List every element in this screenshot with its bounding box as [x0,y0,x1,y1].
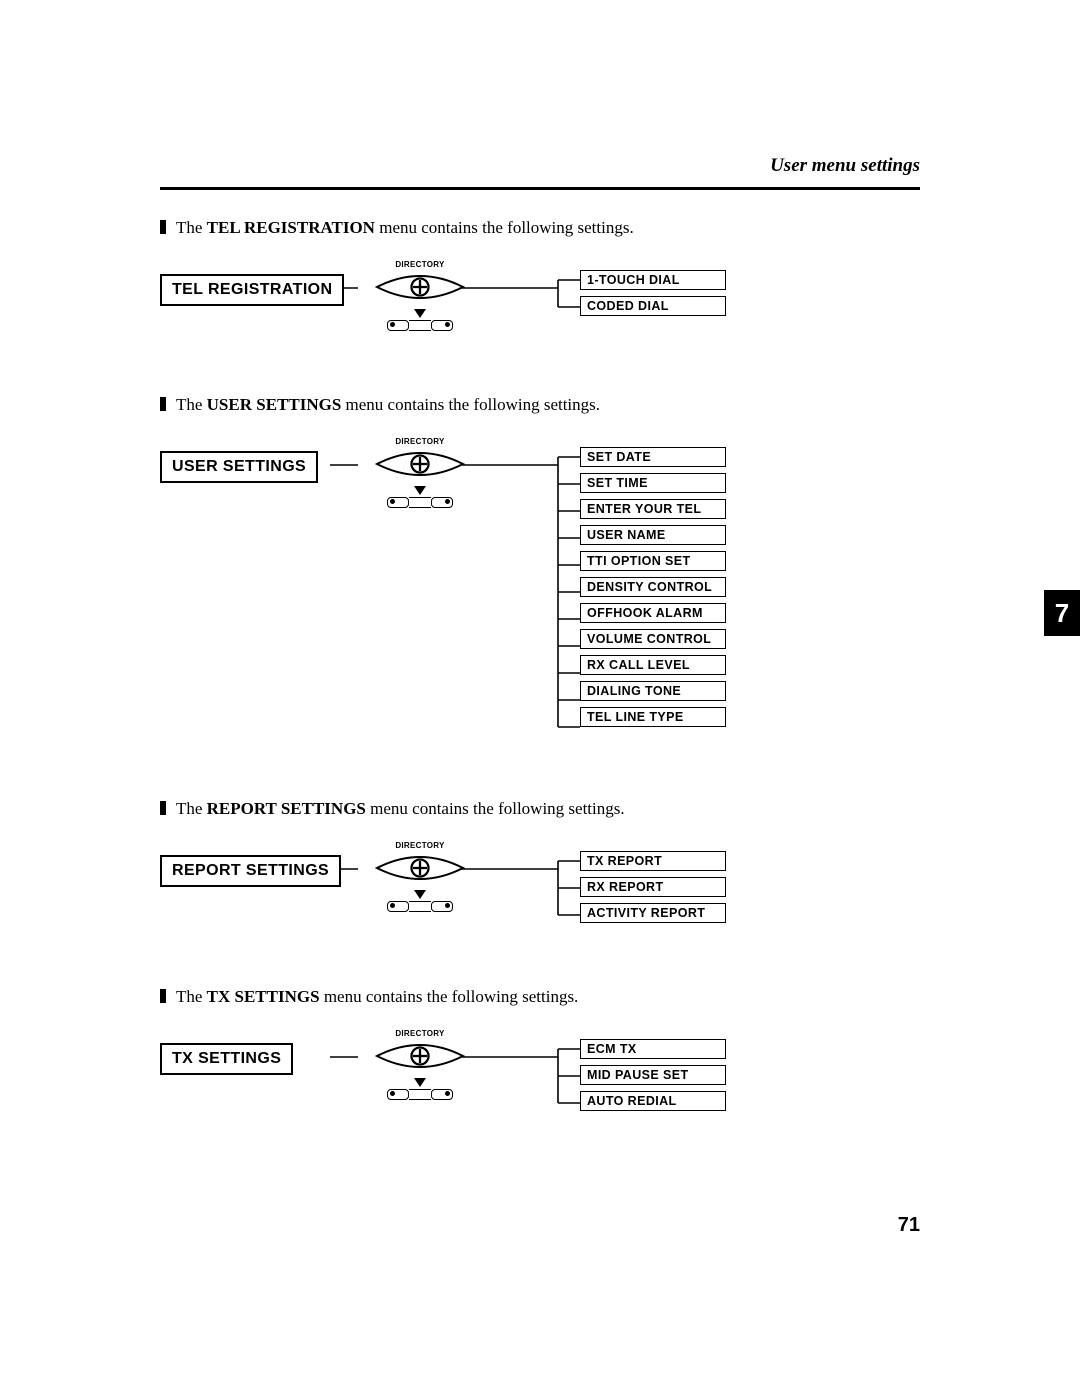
intro-text-before: The [176,987,207,1006]
intro-text-before: The [176,218,207,237]
directory-lens-icon [375,1038,465,1074]
section-intro: The TEL REGISTRATION menu contains the f… [160,218,920,238]
menu-option: MID PAUSE SET [580,1065,726,1085]
menu-option: TTI OPTION SET [580,551,726,571]
nav-mid-icon [409,901,431,912]
menu-option: ENTER YOUR TEL [580,499,726,519]
intro-text-before: The [176,395,207,414]
menu-option: TEL LINE TYPE [580,707,726,727]
nav-label: DIRECTORY [355,437,485,446]
nav-mid-icon [409,1089,431,1100]
menu-option: 1-TOUCH DIAL [580,270,726,290]
nav-label: DIRECTORY [355,841,485,850]
directory-lens-icon [375,269,465,305]
intro-text-before: The [176,799,207,818]
menu-option: ACTIVITY REPORT [580,903,726,923]
nav-right-icon [431,901,453,912]
intro-text-after: menu contains the following settings. [366,799,625,818]
nav-button-row [355,320,485,331]
down-arrow-icon [414,309,426,318]
intro-text-after: menu contains the following settings. [375,218,634,237]
menu-option: SET DATE [580,447,726,467]
nav-control: DIRECTORY [355,1029,485,1100]
directory-lens-icon [375,446,465,482]
nav-button-row [355,497,485,508]
menu-option: SET TIME [580,473,726,493]
menu-title-box: TEL REGISTRATION [160,274,344,306]
chapter-tab: 7 [1044,590,1080,636]
nav-control: DIRECTORY [355,437,485,508]
intro-text-bold: USER SETTINGS [207,395,342,414]
nav-mid-icon [409,320,431,331]
bullet-icon [160,801,166,815]
intro-text-after: menu contains the following settings. [320,987,579,1006]
nav-label: DIRECTORY [355,1029,485,1038]
nav-control: DIRECTORY [355,841,485,912]
menu-option: RX REPORT [580,877,726,897]
down-arrow-icon [414,890,426,899]
menu-option: USER NAME [580,525,726,545]
nav-right-icon [431,320,453,331]
page-title: User menu settings [160,155,920,177]
section-intro: The TX SETTINGS menu contains the follow… [160,987,920,1007]
menu-option: DIALING TONE [580,681,726,701]
menu-options-list: 1-TOUCH DIAL CODED DIAL [580,270,726,322]
intro-text-bold: REPORT SETTINGS [207,799,366,818]
down-arrow-icon [414,486,426,495]
nav-mid-icon [409,497,431,508]
page: 7 User menu settings The TEL REGISTRATIO… [0,0,1080,1397]
menu-diagram: TX SETTINGS DIRECTORY ECM TX MID PAUSE SE… [160,1029,920,1125]
menu-options-list: ECM TX MID PAUSE SET AUTO REDIAL [580,1039,726,1117]
menu-title-box: USER SETTINGS [160,451,318,483]
menu-title-box: TX SETTINGS [160,1043,293,1075]
bullet-icon [160,989,166,1003]
intro-text-bold: TEL REGISTRATION [207,218,375,237]
menu-option: RX CALL LEVEL [580,655,726,675]
nav-left-icon [387,497,409,508]
nav-left-icon [387,901,409,912]
page-number: 71 [898,1214,920,1237]
menu-options-list: TX REPORT RX REPORT ACTIVITY REPORT [580,851,726,929]
nav-left-icon [387,320,409,331]
section-intro: The REPORT SETTINGS menu contains the fo… [160,799,920,819]
menu-option: DENSITY CONTROL [580,577,726,597]
section-intro: The USER SETTINGS menu contains the foll… [160,395,920,415]
menu-options-list: SET DATE SET TIME ENTER YOUR TEL USER NAME T… [580,447,726,733]
directory-lens-icon [375,850,465,886]
nav-right-icon [431,1089,453,1100]
intro-text-bold: TX SETTINGS [207,987,320,1006]
menu-option: CODED DIAL [580,296,726,316]
nav-button-row [355,1089,485,1100]
down-arrow-icon [414,1078,426,1087]
menu-diagram: TEL REGISTRATION DIRECTORY 1-TOUCH DIAL C… [160,260,920,345]
nav-left-icon [387,1089,409,1100]
nav-button-row [355,901,485,912]
nav-label: DIRECTORY [355,260,485,269]
menu-title-box: REPORT SETTINGS [160,855,341,887]
menu-option: ECM TX [580,1039,726,1059]
menu-option: TX REPORT [580,851,726,871]
content-area: User menu settings The TEL REGISTRATION … [160,155,920,1175]
menu-option: OFFHOOK ALARM [580,603,726,623]
intro-text-after: menu contains the following settings. [341,395,600,414]
nav-right-icon [431,497,453,508]
menu-diagram: REPORT SETTINGS DIRECTORY TX REPORT RX RE… [160,841,920,937]
bullet-icon [160,220,166,234]
title-rule [160,187,920,190]
nav-control: DIRECTORY [355,260,485,331]
menu-option: VOLUME CONTROL [580,629,726,649]
menu-option: AUTO REDIAL [580,1091,726,1111]
menu-diagram: USER SETTINGS DIRECTORY SET DATE SET TIME… [160,437,920,749]
bullet-icon [160,397,166,411]
